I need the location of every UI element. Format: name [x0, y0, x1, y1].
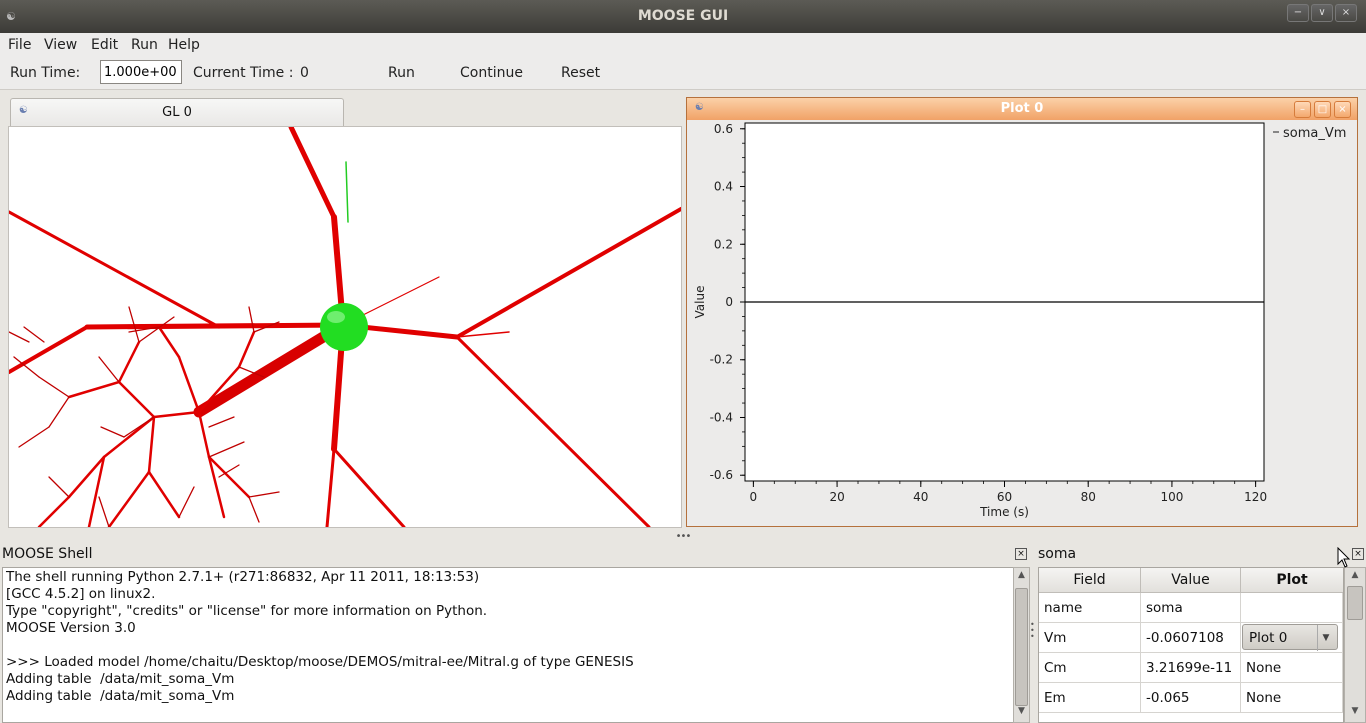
run-time-input[interactable] [100, 60, 182, 84]
value-cell[interactable]: -0.065 [1141, 683, 1241, 713]
x-tick-label: 60 [997, 490, 1012, 504]
window-titlebar: ☯ MOOSE GUI − ∨ × [0, 0, 1366, 34]
header-value[interactable]: Value [1141, 568, 1241, 593]
shell-line: [GCC 4.5.2] on linux2. [6, 586, 156, 602]
field-name: name [1039, 593, 1141, 623]
shell-line: Adding table /data/mit_soma_Vm [6, 671, 235, 687]
reset-button[interactable]: Reset [561, 65, 600, 81]
plot-minimize-button[interactable]: – [1294, 101, 1311, 118]
value-cell[interactable]: -0.0607108 [1141, 623, 1241, 653]
chevron-down-icon: ▼ [1317, 625, 1334, 651]
value-cell[interactable]: 3.21699e-11 [1141, 653, 1241, 683]
field-name: Vm [1039, 623, 1141, 653]
run-button[interactable]: Run [388, 65, 415, 81]
x-tick-label: 120 [1244, 490, 1267, 504]
shell-title: MOOSE Shell [2, 546, 93, 562]
scroll-up-icon[interactable]: ▲ [1345, 570, 1365, 580]
menu-file[interactable]: File [8, 37, 31, 53]
plot-cell[interactable]: None [1241, 653, 1343, 683]
y-tick-label: -0.6 [710, 468, 733, 482]
x-tick-label: 80 [1081, 490, 1096, 504]
horizontal-splitter-handle[interactable]: ••• [675, 532, 692, 542]
current-time-value: 0 [300, 65, 309, 81]
soma-sphere[interactable] [320, 303, 368, 351]
plot-cell[interactable]: None [1241, 683, 1343, 713]
field-name: Em [1039, 683, 1141, 713]
shell-line: The shell running Python 2.7.1+ (r271:86… [6, 569, 480, 585]
scroll-down-icon[interactable]: ▼ [1345, 706, 1365, 716]
y-tick-label: 0.6 [714, 122, 733, 136]
x-tick-label: 40 [913, 490, 928, 504]
y-tick-label: -0.4 [710, 410, 733, 424]
menu-view[interactable]: View [44, 37, 77, 53]
maximize-button[interactable]: ∨ [1311, 4, 1333, 22]
mouse-cursor-icon [1337, 547, 1351, 568]
plot-maximize-button[interactable]: □ [1314, 101, 1331, 118]
vertical-splitter-handle[interactable]: • • • [1030, 621, 1036, 641]
properties-scroll-thumb[interactable] [1347, 586, 1363, 620]
field-name: Cm [1039, 653, 1141, 683]
plot-close-button[interactable]: × [1334, 101, 1351, 118]
shell-line: MOOSE Version 3.0 [6, 620, 136, 636]
shell-scrollbar[interactable]: ▲ ▼ [1013, 567, 1030, 723]
properties-title: soma [1038, 546, 1077, 562]
x-axis-label: Time (s) [979, 505, 1029, 519]
y-tick-label: -0.2 [710, 353, 733, 367]
x-tick-label: 0 [750, 490, 758, 504]
plot-title: Plot 0 [1000, 101, 1044, 116]
toolbar: Run Time: Current Time : 0 Run Continue … [0, 57, 1366, 90]
shell-line: Type "copyright", "credits" or "license"… [6, 603, 488, 619]
neuron-render [9, 127, 681, 527]
green-axis-line [345, 161, 349, 223]
gl-tab[interactable]: ☯ GL 0 [10, 98, 344, 127]
menu-edit[interactable]: Edit [91, 37, 118, 53]
soma-highlight [327, 311, 345, 323]
menu-help[interactable]: Help [168, 37, 200, 53]
shell-line: >>> Loaded model /home/chaitu/Desktop/mo… [6, 654, 634, 670]
shell-output[interactable]: The shell running Python 2.7.1+ (r271:86… [2, 567, 1014, 723]
shell-close-icon[interactable]: × [1015, 548, 1027, 560]
y-tick-label: 0 [725, 295, 733, 309]
x-tick-label: 20 [829, 490, 844, 504]
close-button[interactable]: × [1335, 4, 1357, 22]
properties-close-icon[interactable]: × [1352, 548, 1364, 560]
minimize-button[interactable]: − [1287, 4, 1309, 22]
value-cell[interactable]: soma [1141, 593, 1241, 623]
scroll-down-icon[interactable]: ▼ [1014, 706, 1029, 716]
plot-window: ☯ Plot 0 – □ × 0.6 0.4 0.2 0 -0.2 -0.4 -0.6 0 20… [686, 97, 1358, 527]
menu-run[interactable]: Run [131, 37, 158, 53]
y-tick-label: 0.4 [714, 180, 733, 194]
plot-select-dropdown[interactable]: Plot 0 ▼ [1242, 624, 1338, 651]
menubar: File View Edit Run Help [0, 33, 1366, 57]
plot-cell [1241, 593, 1343, 623]
header-field[interactable]: Field [1039, 568, 1141, 593]
scroll-up-icon[interactable]: ▲ [1014, 570, 1029, 580]
shell-line: Adding table /data/mit_soma_Vm [6, 688, 235, 704]
shell-scroll-thumb[interactable] [1015, 588, 1028, 706]
run-time-label: Run Time: [10, 65, 81, 81]
legend-entry: soma_Vm [1283, 126, 1346, 141]
y-tick-label: 0.2 [714, 237, 733, 251]
header-plot[interactable]: Plot [1241, 568, 1343, 593]
continue-button[interactable]: Continue [460, 65, 523, 81]
plot-titlebar: ☯ Plot 0 – □ × [687, 98, 1357, 120]
gl-tab-title: GL 0 [162, 105, 192, 120]
window-title: MOOSE GUI [637, 8, 729, 24]
gl-3d-view[interactable] [8, 126, 682, 528]
plot-select-value: Plot 0 [1249, 630, 1288, 646]
x-tick-label: 100 [1160, 490, 1183, 504]
current-time-label: Current Time : [193, 65, 294, 81]
y-axis-label: Value [693, 286, 707, 319]
properties-scrollbar[interactable]: ▲ ▼ [1344, 567, 1366, 723]
plot-chart[interactable]: 0.6 0.4 0.2 0 -0.2 -0.4 -0.6 0 20 40 60 80 100 120 Tim… [687, 120, 1357, 525]
